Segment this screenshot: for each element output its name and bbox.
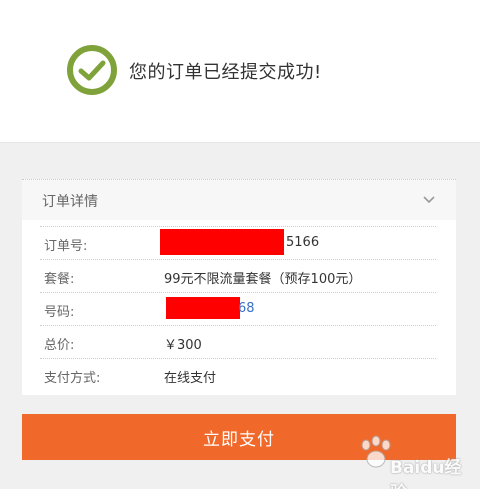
total-price-label: 总价: bbox=[44, 338, 75, 353]
redaction-block bbox=[166, 297, 240, 319]
order-number-value: 5166 bbox=[286, 235, 320, 250]
order-details-header[interactable]: 订单详情 bbox=[22, 180, 456, 220]
phone-number-label: 号码: bbox=[44, 305, 75, 320]
watermark-text: Baidu经验 bbox=[390, 458, 462, 489]
check-circle-icon bbox=[67, 45, 117, 95]
payment-method-label: 支付方式: bbox=[44, 371, 101, 386]
plan-label: 套餐: bbox=[44, 272, 75, 287]
success-message: 您的订单已经提交成功! bbox=[129, 62, 322, 83]
phone-number-value[interactable]: 68 bbox=[238, 301, 255, 316]
redaction-block bbox=[160, 229, 284, 255]
payment-method-row: 支付方式: 在线支付 bbox=[40, 358, 436, 391]
plan-row: 套餐: 99元不限流量套餐（预存100元） bbox=[40, 259, 436, 292]
chevron-down-icon[interactable] bbox=[422, 193, 436, 207]
total-price-value: ￥300 bbox=[164, 338, 202, 353]
payment-method-value: 在线支付 bbox=[164, 371, 217, 386]
total-price-row: 总价: ￥300 bbox=[40, 325, 436, 358]
success-banner: 您的订单已经提交成功! bbox=[0, 0, 480, 143]
order-number-row: 订单号: 5166 bbox=[40, 226, 436, 259]
plan-value: 99元不限流量套餐（预存100元） bbox=[164, 272, 362, 287]
order-details-title: 订单详情 bbox=[42, 194, 98, 210]
watermark: Baidu经验 bbox=[356, 433, 474, 489]
order-details-card: 订单详情 订单号: 5166 套餐: 99元不限流量套餐（预存100元） 号码:… bbox=[22, 179, 456, 395]
phone-number-row: 号码: 68 bbox=[40, 292, 436, 325]
order-number-label: 订单号: bbox=[44, 239, 88, 254]
